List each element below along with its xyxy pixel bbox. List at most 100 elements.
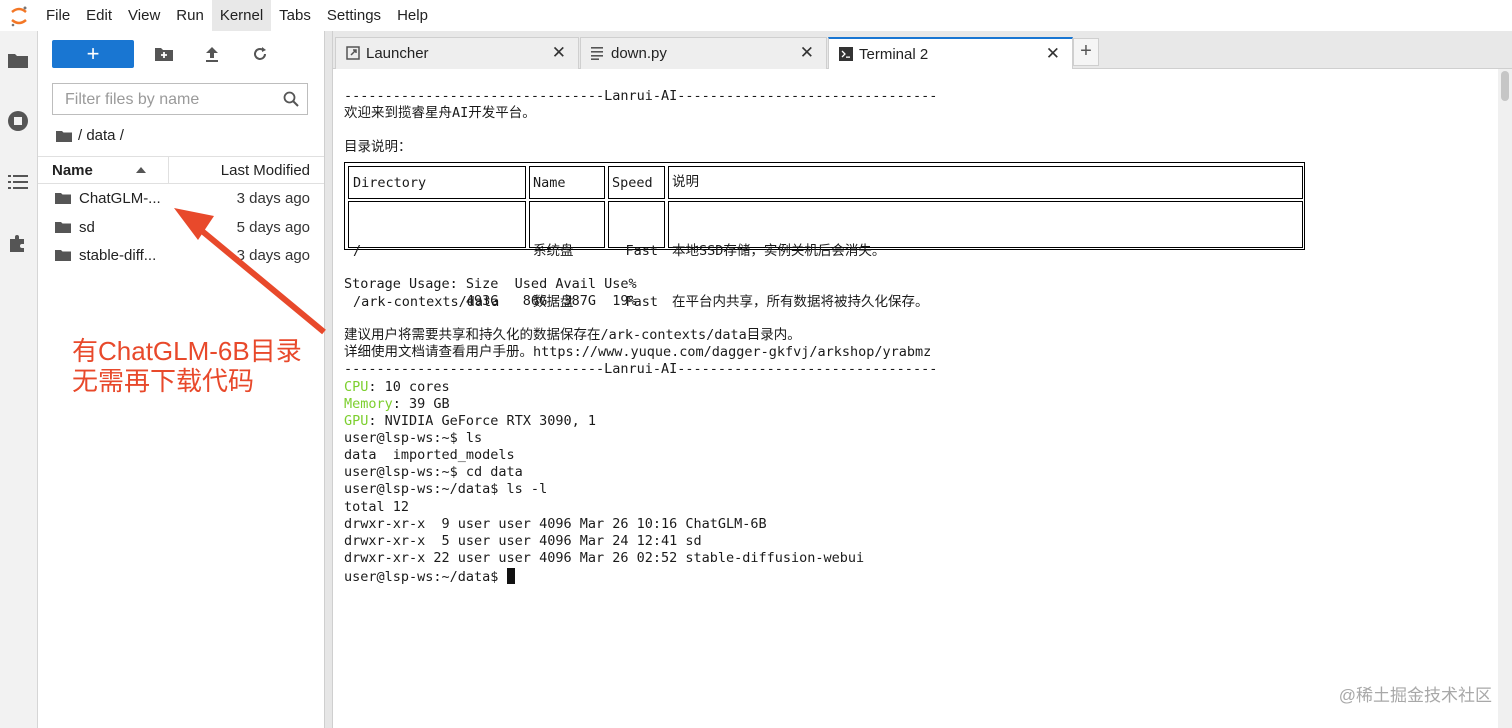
terminal-line: drwxr-xr-x 9 user user 4096 Mar 26 10:16… xyxy=(344,516,767,532)
folder-icon xyxy=(55,191,71,208)
panel-splitter[interactable] xyxy=(324,31,333,728)
terminal-dir-heading: 目录说明： xyxy=(344,139,412,155)
gpu-line: GPU: NVIDIA GeForce RTX 3090, 1 xyxy=(344,413,596,430)
refresh-icon[interactable] xyxy=(248,42,272,66)
tab-down-py[interactable]: down.py ✕ xyxy=(580,37,827,69)
close-icon[interactable]: ✕ xyxy=(552,43,566,63)
file-row[interactable]: sd 5 days ago xyxy=(38,214,324,242)
new-launcher-button[interactable]: + xyxy=(52,40,134,68)
advice-line: 建议用户将需要共享和持久化的数据保存在/ark-contexts/data目录内… xyxy=(344,327,801,343)
tab-bar: Launcher ✕ down.py ✕ Terminal 2 ✕ + xyxy=(333,31,1512,70)
cpu-line: CPU: 10 cores xyxy=(344,379,450,396)
activity-bar xyxy=(0,31,38,728)
terminal-banner: --------------------------------Lanrui-A… xyxy=(344,361,938,377)
folder-icon xyxy=(56,130,72,142)
cpu-label: CPU xyxy=(344,379,369,395)
file-list-header: Name Last Modified xyxy=(38,156,324,184)
menu-view[interactable]: View xyxy=(120,0,168,31)
menu-edit[interactable]: Edit xyxy=(78,0,120,31)
table-header-desc: 说明 xyxy=(668,166,1303,199)
jupyter-logo-icon xyxy=(0,0,38,31)
memory-value: : 39 GB xyxy=(392,396,450,412)
annotation-text: 有ChatGLM-6B目录 无需再下载代码 xyxy=(72,336,302,396)
annotation-line-1: 有ChatGLM-6B目录 xyxy=(72,336,302,366)
tab-label: Terminal 2 xyxy=(859,46,929,63)
menu-tabs[interactable]: Tabs xyxy=(271,0,319,31)
menu-kernel[interactable]: Kernel xyxy=(211,0,272,31)
directory-table: Directory Name Speed 说明 / /ark-contexts/… xyxy=(344,162,1305,310)
launcher-icon xyxy=(346,46,360,64)
column-name-header[interactable]: Name xyxy=(52,162,93,179)
menu-file[interactable]: File xyxy=(38,0,78,31)
terminal-line: data imported_models xyxy=(344,447,515,463)
column-modified-header[interactable]: Last Modified xyxy=(221,162,310,179)
table-header-name: Name xyxy=(529,166,605,199)
menu-run[interactable]: Run xyxy=(168,0,212,31)
upload-icon[interactable] xyxy=(200,42,224,66)
terminal-line: user@lsp-ws:~$ cd data xyxy=(344,464,523,480)
close-icon[interactable]: ✕ xyxy=(800,43,814,63)
column-divider xyxy=(168,157,169,184)
terminal-scrollbar[interactable] xyxy=(1498,69,1512,728)
file-modified: 3 days ago xyxy=(236,247,310,264)
file-filter-input[interactable] xyxy=(63,85,277,115)
file-name: ChatGLM-... xyxy=(79,190,161,207)
tab-label: Launcher xyxy=(366,45,429,62)
sort-ascending-icon xyxy=(136,167,146,173)
table-header-directory: Directory xyxy=(348,166,526,199)
terminal-cursor xyxy=(506,568,515,584)
tab-terminal-2[interactable]: Terminal 2 ✕ xyxy=(828,37,1073,70)
new-folder-icon[interactable] xyxy=(152,42,176,66)
breadcrumb[interactable]: / data / xyxy=(56,127,124,144)
menu-bar: File Edit View Run Kernel Tabs Settings … xyxy=(0,0,1512,32)
manual-line: 详细使用文档请查看用户手册。https://www.yuque.com/dagg… xyxy=(344,344,932,360)
folder-icon[interactable] xyxy=(6,48,30,72)
table-cell-desc: 本地SSD存储，实例关机后会消失。 在平台内共享，所有数据将被持久化保存。 xyxy=(668,201,1303,310)
scrollbar-thumb[interactable] xyxy=(1501,71,1509,101)
tab-label: down.py xyxy=(611,45,667,62)
close-icon[interactable]: ✕ xyxy=(1046,44,1060,64)
storage-values: 493G 86G 387G 19% xyxy=(344,293,637,309)
add-tab-button[interactable]: + xyxy=(1073,38,1099,66)
annotation-line-2: 无需再下载代码 xyxy=(72,366,255,396)
terminal-line: drwxr-xr-x 22 user user 4096 Mar 26 02:5… xyxy=(344,550,865,566)
file-filter-field[interactable] xyxy=(52,83,308,115)
breadcrumb-path[interactable]: / data / xyxy=(78,127,124,144)
extension-puzzle-icon[interactable] xyxy=(6,231,30,255)
tab-launcher[interactable]: Launcher ✕ xyxy=(335,37,579,69)
terminal-welcome: 欢迎来到揽睿星舟AI开发平台。 xyxy=(344,105,536,121)
desc-local: 本地SSD存储，实例关机后会消失。 xyxy=(672,243,886,259)
menu-settings[interactable]: Settings xyxy=(319,0,389,31)
terminal-panel[interactable]: --------------------------------Lanrui-A… xyxy=(333,69,1512,728)
search-icon xyxy=(283,91,299,112)
file-row[interactable]: stable-diff... 3 days ago xyxy=(38,242,324,270)
speed-value: Fast xyxy=(625,243,658,259)
terminal-line: user@lsp-ws:~/data$ ls -l xyxy=(344,481,548,497)
name-system-disk: 系统盘 xyxy=(533,243,574,259)
file-name: stable-diff... xyxy=(79,247,157,264)
terminal-icon xyxy=(839,47,853,65)
terminal-banner: --------------------------------Lanrui-A… xyxy=(344,88,938,104)
table-cell-directory: / /ark-contexts/data xyxy=(348,201,526,310)
table-header-speed: Speed xyxy=(608,166,665,199)
storage-header: Storage Usage: Size Used Avail Use% xyxy=(344,276,637,292)
dir-root: / xyxy=(353,243,362,259)
table-cell-name: 系统盘 数据盘 xyxy=(529,201,605,310)
file-modified: 3 days ago xyxy=(236,190,310,207)
file-modified: 5 days ago xyxy=(236,219,310,236)
file-toolbar: + xyxy=(52,40,272,68)
table-of-contents-icon[interactable] xyxy=(6,170,30,194)
folder-icon xyxy=(55,220,71,237)
terminal-line: user@lsp-ws:~$ ls xyxy=(344,430,483,446)
python-file-icon xyxy=(591,46,603,64)
memory-line: Memory: 39 GB xyxy=(344,396,450,413)
running-stop-icon[interactable] xyxy=(6,109,30,133)
memory-label: Memory xyxy=(344,396,393,412)
terminal-line: drwxr-xr-x 5 user user 4096 Mar 24 12:41… xyxy=(344,533,702,549)
cpu-value: : 10 cores xyxy=(368,379,450,395)
menu-help[interactable]: Help xyxy=(389,0,436,31)
terminal-line: total 12 xyxy=(344,499,410,515)
table-cell-speed: Fast Fast xyxy=(608,201,665,310)
terminal-prompt-line[interactable]: user@lsp-ws:~/data$ xyxy=(344,568,515,585)
file-row[interactable]: ChatGLM-... 3 days ago xyxy=(38,185,324,213)
